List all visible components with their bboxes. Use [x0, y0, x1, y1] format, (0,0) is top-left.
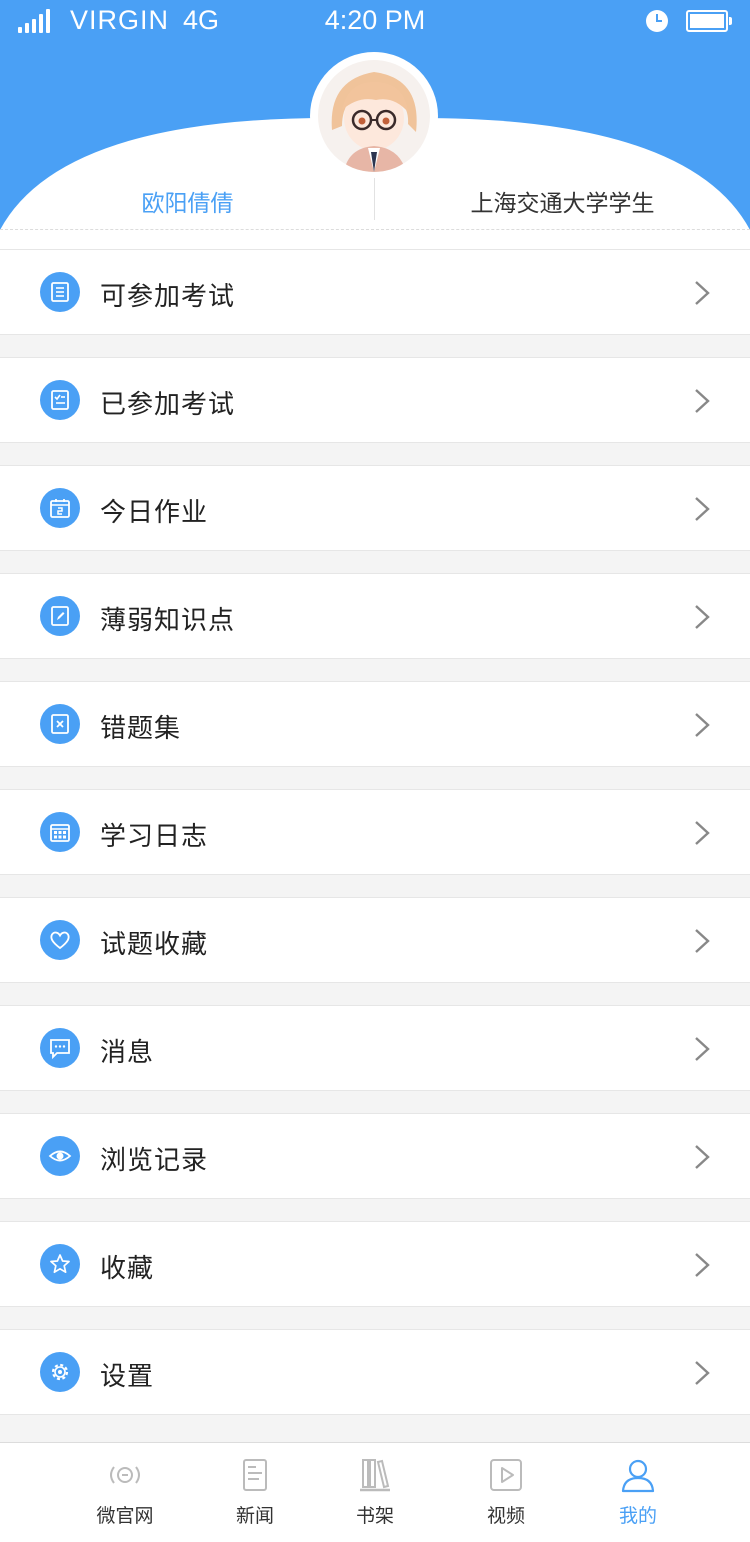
chevron-right-icon	[695, 497, 710, 521]
menu-item-settings[interactable]: 设置	[0, 1329, 750, 1415]
tab-bar: 微官网 新闻 书架 视频 我的	[0, 1442, 750, 1542]
note-edit-icon	[40, 596, 80, 636]
menu-label: 学习日志	[100, 822, 209, 852]
tab-bookshelf[interactable]: 书架	[315, 1443, 435, 1542]
chat-bubble-icon	[40, 1028, 80, 1068]
menu-label: 消息	[100, 1038, 155, 1068]
alarm-icon	[646, 10, 668, 32]
chevron-right-icon	[695, 605, 710, 629]
document-icon	[243, 1459, 267, 1491]
menu-label: 可参加考试	[100, 282, 236, 312]
chevron-right-icon	[695, 281, 710, 305]
menu-item-today-homework[interactable]: 今日作业	[0, 465, 750, 551]
tab-label: 我的	[618, 1505, 657, 1527]
battery-icon	[686, 10, 732, 32]
calendar-day-icon	[40, 488, 80, 528]
menu-item-browse-history[interactable]: 浏览记录	[0, 1113, 750, 1199]
menu-item-taken-exams[interactable]: 已参加考试	[0, 357, 750, 443]
menu-item-favorites[interactable]: 收藏	[0, 1221, 750, 1307]
header-divider	[0, 229, 750, 230]
star-icon	[40, 1244, 80, 1284]
heart-icon	[40, 920, 80, 960]
play-icon	[490, 1459, 522, 1491]
wrong-book-icon	[40, 704, 80, 744]
bookshelf-icon	[360, 1459, 390, 1492]
menu-label: 试题收藏	[100, 930, 209, 960]
tab-video[interactable]: 视频	[446, 1443, 566, 1542]
avatar[interactable]	[310, 52, 438, 180]
menu-label: 收藏	[100, 1254, 155, 1284]
gear-icon	[40, 1352, 80, 1392]
clock: 4:20 PM	[324, 5, 426, 35]
calendar-grid-icon	[40, 812, 80, 852]
person-icon	[621, 1459, 655, 1493]
user-name: 欧阳倩倩	[141, 191, 234, 217]
menu-label: 错题集	[100, 714, 182, 744]
tab-news[interactable]: 新闻	[195, 1443, 315, 1542]
chevron-right-icon	[695, 1253, 710, 1277]
tab-label: 视频	[486, 1505, 525, 1527]
chevron-right-icon	[695, 713, 710, 737]
menu-item-wrong-questions[interactable]: 错题集	[0, 681, 750, 767]
avatar-image	[318, 60, 430, 172]
chevron-right-icon	[695, 1361, 710, 1385]
user-school: 上海交通大学学生	[470, 191, 655, 217]
menu-label: 今日作业	[100, 498, 209, 528]
chevron-right-icon	[695, 929, 710, 953]
menu-label: 浏览记录	[100, 1146, 209, 1176]
broadcast-icon	[110, 1466, 140, 1484]
chevron-right-icon	[695, 1037, 710, 1061]
tab-label: 微官网	[96, 1505, 154, 1527]
menu-label: 已参加考试	[100, 390, 236, 420]
status-bar: VIRGIN 4G 4:20 PM	[0, 0, 750, 42]
menu-item-question-favorites[interactable]: 试题收藏	[0, 897, 750, 983]
chevron-right-icon	[695, 1145, 710, 1169]
exam-done-icon	[40, 380, 80, 420]
exam-list-icon	[40, 272, 80, 312]
menu-label: 设置	[100, 1362, 155, 1392]
tab-label: 书架	[355, 1505, 394, 1527]
tab-micro-site[interactable]: 微官网	[65, 1443, 185, 1542]
eye-icon	[40, 1136, 80, 1176]
menu-item-weak-points[interactable]: 薄弱知识点	[0, 573, 750, 659]
menu-item-messages[interactable]: 消息	[0, 1005, 750, 1091]
tab-mine[interactable]: 我的	[578, 1443, 698, 1542]
menu-item-study-log[interactable]: 学习日志	[0, 789, 750, 875]
chevron-right-icon	[695, 389, 710, 413]
menu-item-available-exams[interactable]: 可参加考试	[0, 249, 750, 335]
tab-label: 新闻	[235, 1505, 274, 1527]
menu-label: 薄弱知识点	[100, 606, 236, 636]
chevron-right-icon	[695, 821, 710, 845]
